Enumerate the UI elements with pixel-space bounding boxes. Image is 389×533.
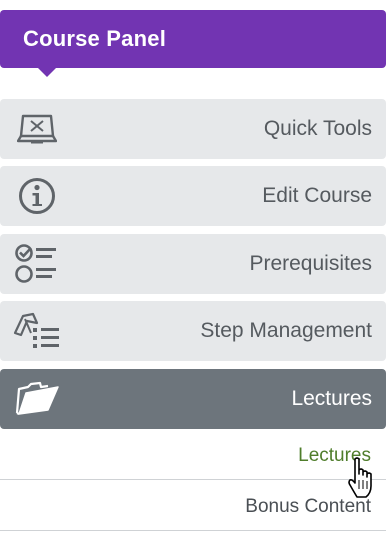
submenu-item-bonus-content[interactable]: Bonus Content <box>0 481 386 531</box>
menu-item-prerequisites[interactable]: Prerequisites <box>0 234 386 294</box>
menu-item-edit-course[interactable]: Edit Course <box>0 166 386 226</box>
menu-item-label: Quick Tools <box>263 117 372 140</box>
info-icon <box>12 174 62 218</box>
steps-list-icon <box>12 309 62 353</box>
menu-item-label: Step Management <box>200 319 372 342</box>
panel-header: Course Panel <box>0 10 386 68</box>
book-open-icon <box>12 107 62 151</box>
panel-title: Course Panel <box>23 26 167 51</box>
menu-item-lectures[interactable]: Lectures <box>0 369 386 429</box>
menu-item-label: Prerequisites <box>249 252 372 275</box>
course-panel: Course Panel Quick Tools Edit Course Pre… <box>0 0 389 533</box>
menu-item-label: Lectures <box>291 387 372 410</box>
menu-item-label: Edit Course <box>262 184 372 207</box>
checklist-icon <box>12 242 62 286</box>
submenu-item-label: Bonus Content <box>245 496 371 517</box>
submenu-item-label: Lectures <box>298 445 371 466</box>
menu-item-quick-tools[interactable]: Quick Tools <box>0 99 386 159</box>
menu-item-step-management[interactable]: Step Management <box>0 301 386 361</box>
submenu-item-lectures[interactable]: Lectures <box>0 430 386 480</box>
header-pointer-arrow <box>36 66 58 77</box>
folder-open-icon <box>12 377 62 421</box>
